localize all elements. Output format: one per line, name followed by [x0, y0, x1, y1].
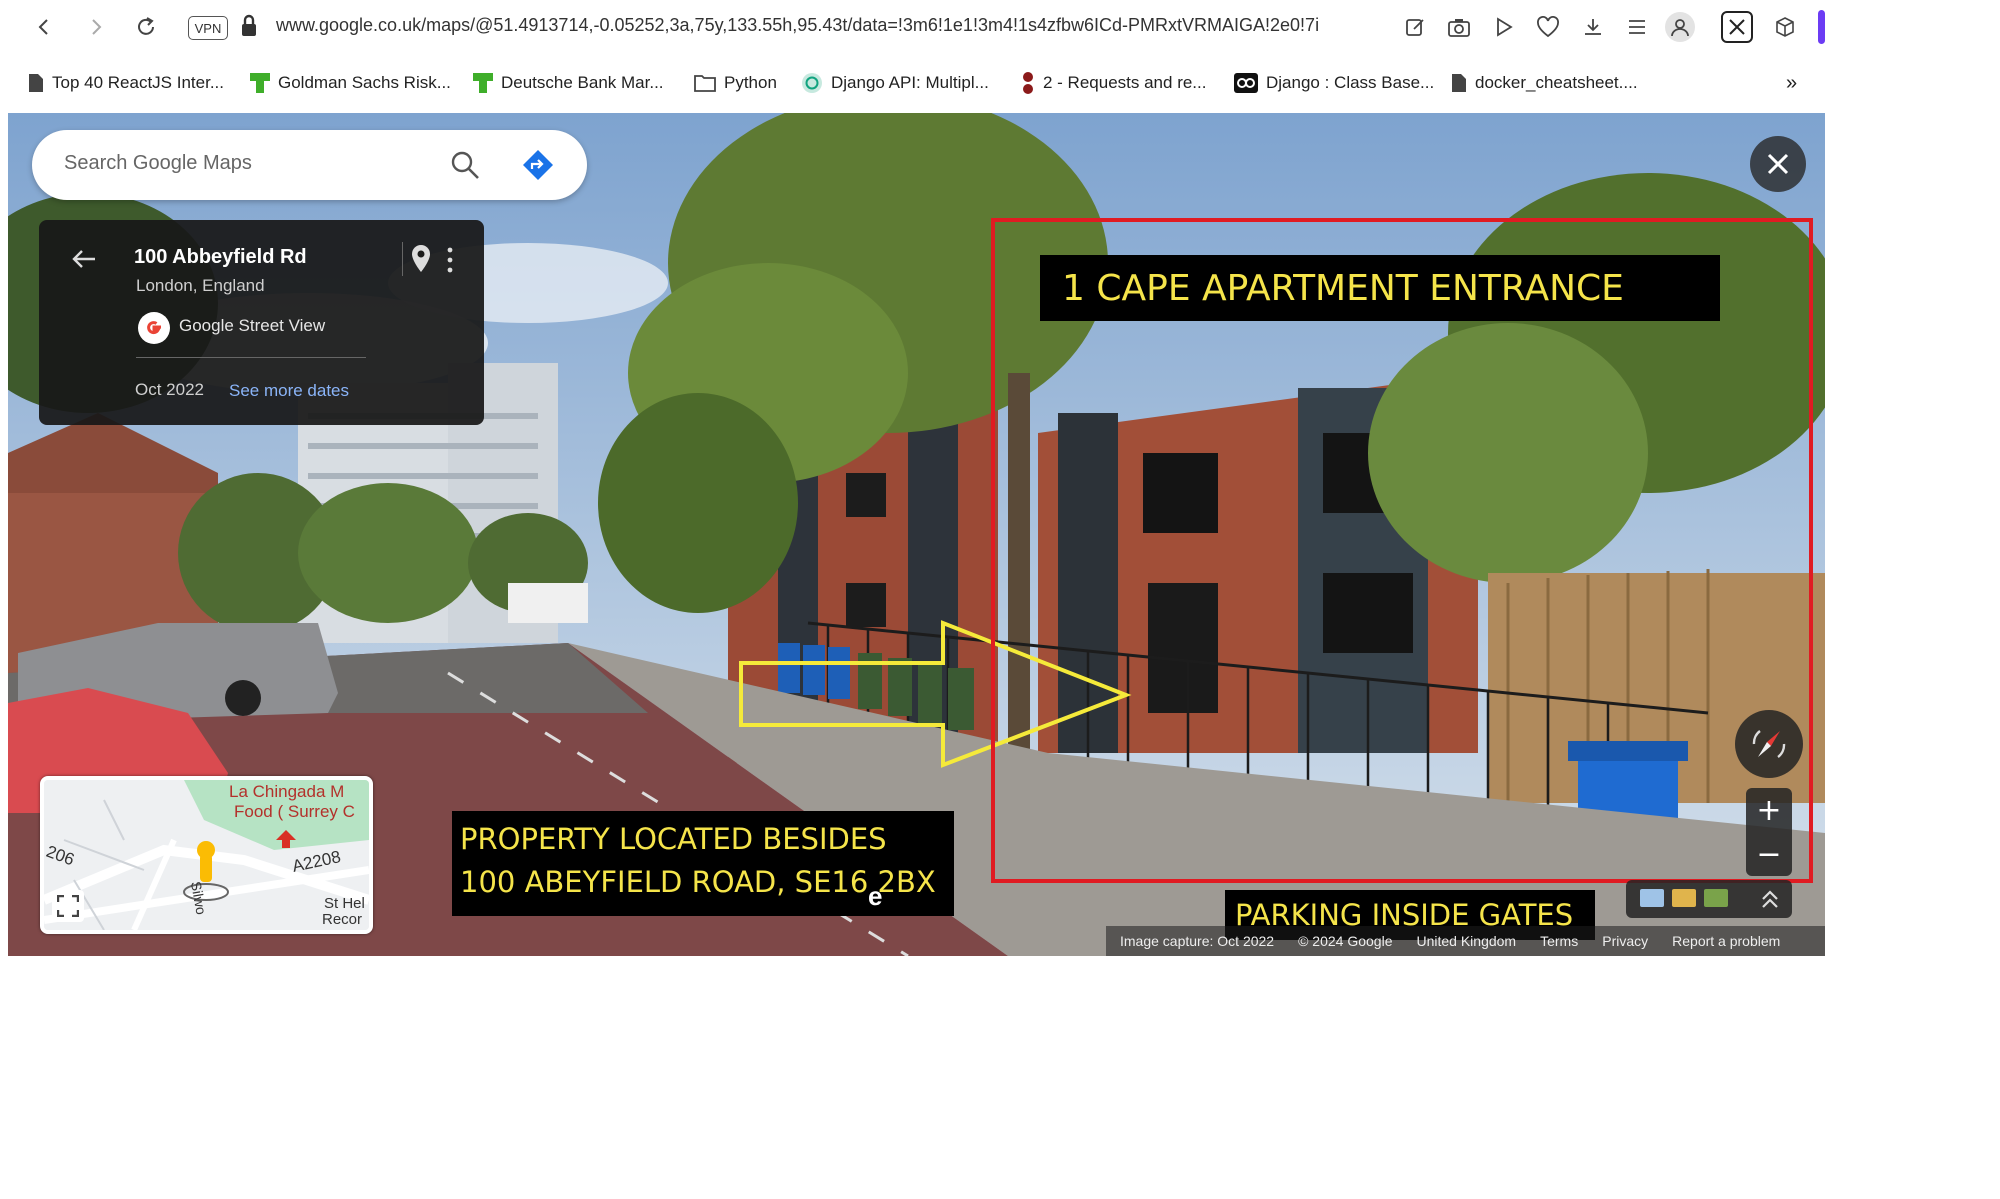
bookmark-label: Deutsche Bank Mar... [501, 73, 664, 92]
bookmark-item[interactable]: Django API: Multipl... [801, 68, 989, 98]
report-problem-link[interactable]: Report a problem [1672, 933, 1780, 949]
imagery-thumbnails[interactable] [1626, 880, 1792, 918]
zoom-out-button[interactable]: − [1746, 832, 1792, 876]
cube-icon[interactable] [1770, 12, 1800, 42]
back-arrow-icon [38, 19, 48, 35]
forward-arrow-icon [92, 19, 102, 35]
bookmark-item[interactable]: Python [694, 68, 777, 98]
camera-icon[interactable] [1444, 12, 1474, 42]
bookmark-item[interactable]: Deutsche Bank Mar... [473, 68, 664, 98]
street-view-panorama[interactable]: 100 Abbeyfield Rd London, England Google… [8, 113, 1825, 956]
search-button[interactable] [450, 150, 480, 185]
thumbnail-sand[interactable] [1672, 889, 1696, 907]
expand-map-button[interactable] [52, 890, 84, 922]
double-chevron-up-icon [1762, 890, 1778, 908]
chatgpt-icon [802, 73, 822, 93]
property-label-line-1: PROPERTY LOCATED BESIDES [460, 822, 887, 856]
bookmarks-bar: Top 40 ReactJS Inter... Goldman Sachs Ri… [8, 62, 1824, 104]
google-logo-icon [137, 311, 171, 350]
back-button[interactable] [28, 11, 60, 43]
document-icon [29, 74, 43, 92]
bookmark-item[interactable]: Top 40 ReactJS Inter... [28, 68, 224, 98]
bookmark-item[interactable]: Django : Class Base... [1234, 68, 1434, 98]
profile-icon[interactable] [1665, 12, 1695, 42]
mini-map-poi-2: Food ( Surrey C [234, 802, 355, 821]
see-more-dates-link[interactable]: See more dates [229, 381, 349, 401]
imagery-source: Google Street View [179, 316, 326, 335]
back-arrow-button[interactable] [71, 248, 97, 275]
zoom-in-button[interactable]: + [1746, 788, 1792, 832]
country-link[interactable]: United Kingdom [1416, 933, 1516, 949]
search-input[interactable] [62, 151, 446, 176]
bookmark-label: Goldman Sachs Risk... [278, 73, 451, 92]
compass-button[interactable] [1735, 710, 1803, 778]
bookmark-label: docker_cheatsheet.... [1475, 73, 1638, 92]
location-info-card: 100 Abbeyfield Rd London, England Google… [39, 220, 484, 425]
bookmark-item[interactable]: docker_cheatsheet.... [1451, 68, 1638, 98]
browser-toolbar: VPN www.google.co.uk/maps/@51.4913714,-0… [8, 0, 1825, 54]
bookmark-item[interactable]: 2 - Requests and re... [1021, 68, 1206, 98]
place-subtitle: London, England [136, 276, 265, 295]
search-icon [451, 151, 479, 179]
card-divider [136, 357, 366, 358]
bookmark-label: 2 - Requests and re... [1043, 73, 1207, 92]
red-icon [1023, 72, 1033, 94]
menu-lines-icon[interactable] [1622, 12, 1652, 42]
directions-icon [523, 150, 553, 180]
fullscreen-icon [57, 895, 79, 917]
green-flag-icon [473, 73, 493, 93]
place-title: 100 Abbeyfield Rd [134, 246, 307, 268]
sidebar-toggle[interactable] [1818, 10, 1825, 44]
bookmark-label: Top 40 ReactJS Inter... [52, 73, 224, 92]
document-icon [1452, 74, 1466, 92]
close-icon [1767, 153, 1789, 175]
play-icon[interactable] [1489, 12, 1519, 42]
more-bookmarks-button[interactable]: » [1786, 68, 1797, 98]
edit-icon[interactable] [1400, 12, 1430, 42]
thumbnail-grass[interactable] [1704, 889, 1728, 907]
more-vertical-icon [447, 247, 453, 273]
map-pin-icon [412, 245, 430, 272]
mini-map-place-label-2: Recor [322, 911, 363, 928]
reload-button[interactable] [130, 11, 162, 43]
place-pin-button[interactable] [409, 244, 433, 279]
directions-button[interactable] [522, 149, 554, 186]
forward-button[interactable] [80, 11, 112, 43]
image-capture-date: Image capture: Oct 2022 [1120, 933, 1275, 949]
mini-map-place-label-1: St Hel [324, 895, 365, 912]
privacy-link[interactable]: Privacy [1602, 933, 1648, 949]
heart-icon[interactable] [1533, 12, 1563, 42]
close-street-view-button[interactable] [1750, 136, 1806, 192]
bookmark-item[interactable]: Goldman Sachs Risk... [250, 68, 451, 98]
card-separator [402, 242, 403, 276]
compass-icon [1752, 730, 1786, 758]
reload-icon [138, 17, 154, 35]
more-options-button[interactable] [444, 246, 456, 279]
address-bar[interactable]: www.google.co.uk/maps/@51.4913714,-0.052… [276, 15, 1319, 36]
bookmark-label: Python [724, 73, 777, 92]
download-icon[interactable] [1578, 12, 1608, 42]
terms-link[interactable]: Terms [1540, 933, 1578, 949]
folder-icon [694, 75, 716, 92]
zoom-controls: + − [1746, 788, 1792, 876]
mini-map[interactable]: La Chingada M Food ( Surrey C A2208 206 … [40, 776, 373, 934]
search-box [32, 130, 587, 200]
vpn-badge[interactable]: VPN [188, 16, 228, 40]
bookmark-label: Django : Class Base... [1266, 73, 1435, 92]
green-flag-icon [250, 73, 270, 93]
arrow-left-icon [72, 250, 95, 268]
thumbnail-sky[interactable] [1640, 889, 1664, 907]
mini-map-poi-1: La Chingada M [229, 782, 345, 801]
attribution-footer: Image capture: Oct 2022 © 2024 Google Un… [1106, 926, 1825, 956]
bookmark-label: Django API: Multipl... [831, 73, 989, 92]
capture-date: Oct 2022 [135, 380, 204, 399]
copyright-notice: © 2024 Google [1298, 933, 1393, 949]
google-watermark: e [868, 881, 883, 911]
extension-icon[interactable] [1721, 11, 1753, 43]
oo-icon [1234, 73, 1258, 93]
entrance-label: 1 CAPE APARTMENT ENTRANCE [1040, 255, 1720, 321]
lock-icon[interactable] [240, 14, 258, 43]
expand-thumbnails-button[interactable] [1760, 888, 1780, 915]
